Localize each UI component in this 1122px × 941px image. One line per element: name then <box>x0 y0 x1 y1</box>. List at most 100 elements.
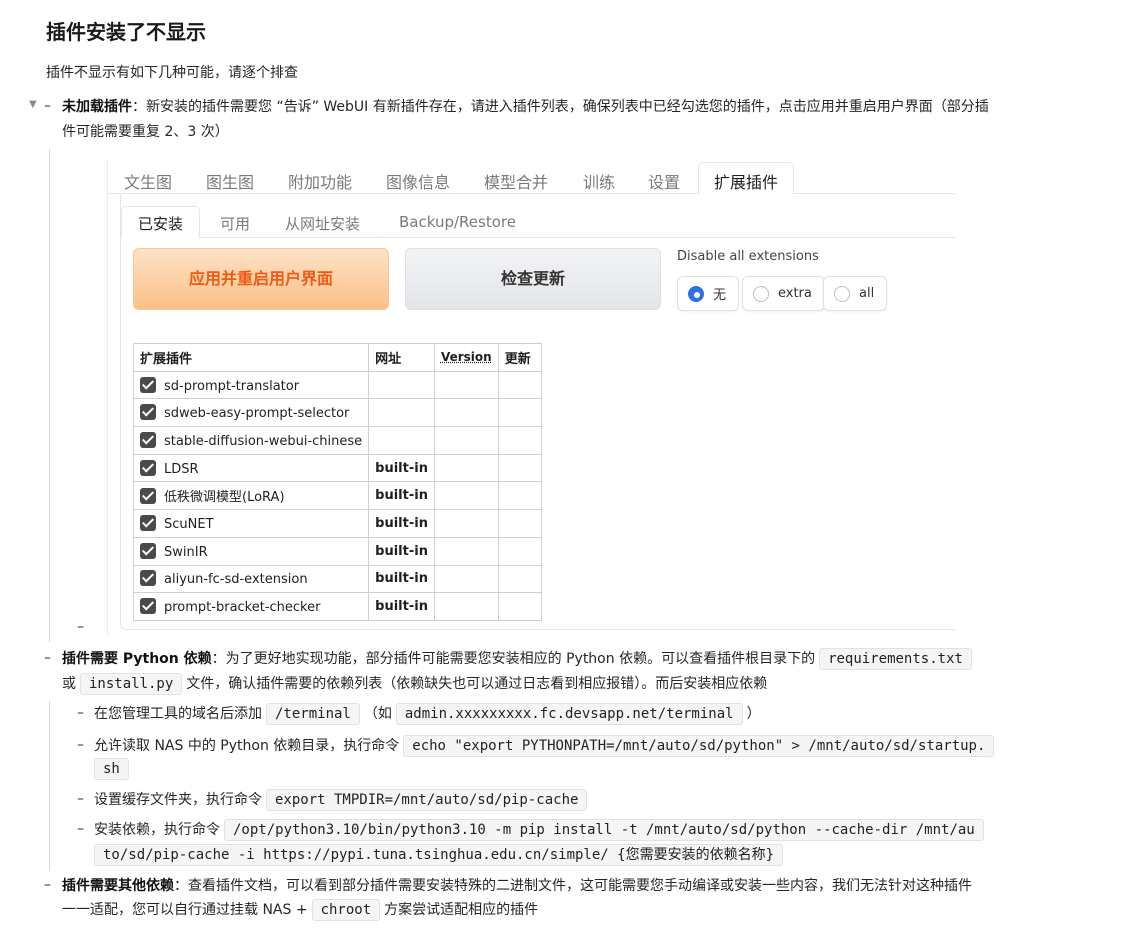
table-row: LDSR built-in <box>132 453 542 483</box>
extensions-subtabs: 已安装 可用 从网址安装 Backup/Restore <box>121 206 956 239</box>
webui-extensions-screenshot: 文生图 图生图 附加功能 图像信息 模型合并 训练 设置 扩展插件 已安装 可用… <box>107 160 956 630</box>
bullet-dash: – <box>77 737 84 753</box>
extension-name: aliyun-fc-sd-extension <box>164 572 308 588</box>
item2-label: 插件需要 Python 依赖 <box>62 651 212 667</box>
step-text: 在您管理工具的域名后添加 <box>94 706 262 722</box>
extension-cell: LDSR <box>132 453 370 483</box>
item3-text-b: 方案尝试适配相应的插件 <box>384 902 539 918</box>
subtab-backup-restore[interactable]: Backup/Restore <box>399 213 516 231</box>
item2-text-or: 或 <box>62 676 76 692</box>
table-row: ScuNET built-in <box>132 509 542 538</box>
paren-open: （如 <box>363 706 392 722</box>
checkbox-checked-icon[interactable] <box>140 404 156 421</box>
extension-name: SwinIR <box>164 544 208 560</box>
url-cell: built-in <box>368 564 435 594</box>
version-cell <box>433 398 499 428</box>
radio-label: extra <box>778 286 812 301</box>
tab-extensions[interactable]: 扩展插件 <box>698 162 795 195</box>
webui-main-tabs: 文生图 图生图 附加功能 图像信息 模型合并 训练 设置 扩展插件 <box>107 160 955 195</box>
bullet-dash-empty: – <box>77 619 84 635</box>
apply-and-restart-button[interactable]: 应用并重启用户界面 <box>133 248 389 310</box>
version-cell <box>433 536 499 566</box>
item3-label: 插件需要其他依赖 <box>62 878 174 894</box>
extensions-panel: 已安装 可用 从网址安装 Backup/Restore 应用并重启用户界面 检查… <box>120 194 956 630</box>
item3-line2: 一一适配，您可以自行通过挂载 NAS + chroot 方案尝试适配相应的插件 <box>62 899 539 921</box>
extension-cell: 低秩微调模型(LoRA) <box>132 481 370 511</box>
tab-txt2img[interactable]: 文生图 <box>124 169 172 193</box>
radio-label: all <box>859 286 875 301</box>
code-requirements-txt: requirements.txt <box>819 648 972 670</box>
checkbox-checked-icon[interactable] <box>140 570 156 587</box>
item1-label: 未加载插件 <box>62 99 132 115</box>
checkbox-checked-icon[interactable] <box>140 488 156 505</box>
bullet-dash: – <box>77 821 84 837</box>
version-cell <box>433 453 499 483</box>
checkbox-checked-icon[interactable] <box>140 459 156 476</box>
radio-all[interactable]: all <box>823 276 888 311</box>
update-cell <box>497 564 542 594</box>
item1-guide-rule <box>49 149 50 642</box>
checkbox-checked-icon[interactable] <box>140 598 156 615</box>
extension-name: sd-prompt-translator <box>164 378 300 394</box>
extension-cell: SwinIR <box>132 536 370 566</box>
extension-cell: sdweb-easy-prompt-selector <box>132 398 370 428</box>
col-url: 网址 <box>368 343 435 372</box>
col-version: Version <box>433 343 499 372</box>
sub-step-tmpdir: 设置缓存文件夹，执行命令 export TMPDIR=/mnt/auto/sd/p… <box>94 789 591 811</box>
version-cell <box>433 592 499 621</box>
code-pip-install-cmd: /opt/python3.10/bin/python3.10 -m pip in… <box>224 819 984 841</box>
url-cell <box>368 426 435 455</box>
version-cell <box>433 509 499 538</box>
extension-cell: aliyun-fc-sd-extension <box>132 564 370 594</box>
table-row: stable-diffusion-webui-chinese <box>132 426 542 455</box>
checkbox-checked-icon[interactable] <box>140 542 156 559</box>
update-cell <box>497 481 542 511</box>
extension-name: LDSR <box>164 461 199 477</box>
tab-train[interactable]: 训练 <box>583 169 615 193</box>
code-pip-install-cmd-cont: to/sd/pip-cache -i https://pypi.tuna.tsi… <box>94 844 784 866</box>
table-row: 低秩微调模型(LoRA) built-in <box>132 481 542 511</box>
radio-extra[interactable]: extra <box>742 276 825 311</box>
tab-settings[interactable]: 设置 <box>648 169 680 193</box>
tab-image-info[interactable]: 图像信息 <box>386 169 450 193</box>
sub-step-pip-install: 安装依赖，执行命令/opt/python3.10/bin/python3.10 … <box>94 819 988 841</box>
subtab-install-from-url[interactable]: 从网址安装 <box>285 213 360 234</box>
table-row: sd-prompt-translator <box>132 370 542 400</box>
update-cell <box>497 453 542 483</box>
version-cell <box>433 426 499 455</box>
step-text: 安装依赖，执行命令 <box>94 822 220 838</box>
radio-label: 无 <box>713 288 727 303</box>
item2-line2: 或 install.py 文件，确认插件需要的依赖列表（依赖缺失也可以通过日志看到相… <box>62 673 767 695</box>
checkbox-checked-icon[interactable] <box>140 514 156 531</box>
bullet-dash: – <box>44 650 51 666</box>
paren-close: ） <box>746 706 761 722</box>
sub-step-pythonpath-cont: sh <box>90 758 133 780</box>
radio-none[interactable]: 无 <box>677 276 740 311</box>
item1-text: ：新安装的插件需要您 “告诉” WebUI 有新插件存在，请进入插件列表，确保列… <box>132 99 989 115</box>
subtab-installed[interactable]: 已安装 <box>121 206 201 239</box>
col-update: 更新 <box>497 343 542 372</box>
code-terminal-example: admin.xxxxxxxxx.fc.devsapp.net/terminal <box>395 703 743 725</box>
check-updates-button[interactable]: 检查更新 <box>405 248 661 310</box>
code-terminal-path: /terminal <box>266 703 360 725</box>
url-cell: built-in <box>368 509 435 538</box>
item2-text: ：为了更好地实现功能，部分插件可能需要您安装相应的 Python 依赖。可以查看… <box>211 651 816 667</box>
checkbox-checked-icon[interactable] <box>140 431 156 448</box>
tab-img2img[interactable]: 图生图 <box>206 169 254 193</box>
collapse-triangle-icon[interactable]: ▼ <box>29 99 37 110</box>
extension-name: prompt-bracket-checker <box>164 600 321 616</box>
tab-model-merge[interactable]: 模型合并 <box>484 169 548 193</box>
step-text: 允许读取 NAS 中的 Python 依赖目录，执行命令 <box>94 738 400 754</box>
tab-extras[interactable]: 附加功能 <box>288 169 352 193</box>
table-row: SwinIR built-in <box>132 536 542 566</box>
radio-unchecked-icon <box>753 285 769 302</box>
update-cell <box>497 370 542 400</box>
subtab-available[interactable]: 可用 <box>220 213 250 234</box>
table-row: aliyun-fc-sd-extension built-in <box>132 564 542 594</box>
extension-cell: stable-diffusion-webui-chinese <box>132 426 370 455</box>
item2-guide-rule <box>49 701 50 871</box>
checkbox-checked-icon[interactable] <box>140 376 156 393</box>
code-tmpdir-cmd: export TMPDIR=/mnt/auto/sd/pip-cache <box>266 789 588 811</box>
extension-cell: ScuNET <box>132 509 370 538</box>
sub-step-pythonpath: 允许读取 NAS 中的 Python 依赖目录，执行命令 echo "export… <box>94 735 998 757</box>
